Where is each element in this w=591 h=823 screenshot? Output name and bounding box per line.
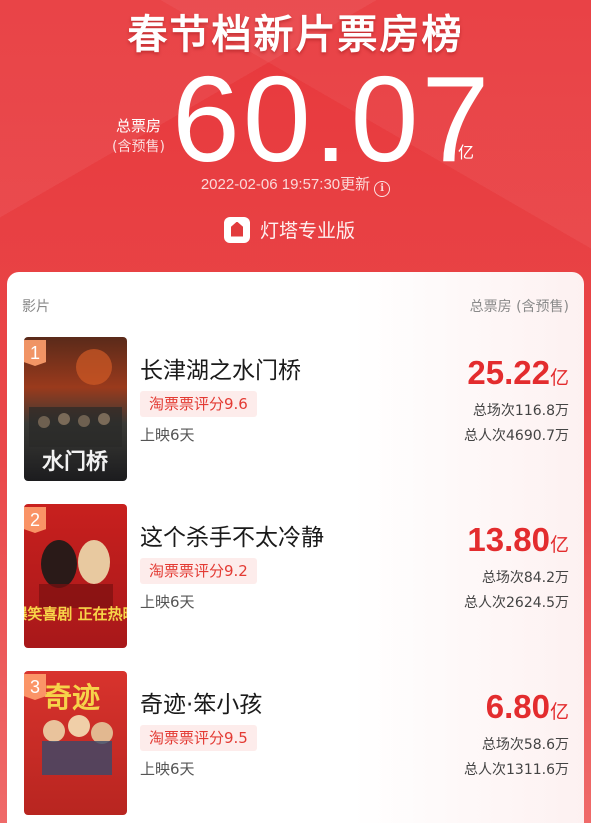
dengta-logo-icon xyxy=(224,216,250,243)
gross-unit: 亿 xyxy=(549,367,569,389)
rating-badge: 淘票票评分9.6 xyxy=(140,391,257,417)
total-admissions: 总人次4690.7万 xyxy=(464,428,569,444)
movie-title[interactable]: 奇迹·笨小孩 xyxy=(140,685,262,719)
total-unit: 亿 xyxy=(458,143,475,162)
movie-row[interactable]: 奇迹 3 奇迹·笨小孩 淘票票评分9.5 上映6天 6.80亿 总场次58.6万… xyxy=(7,671,584,816)
update-time-row: 2022-02-06 19:57:30更新 i xyxy=(0,173,591,197)
movie-poster[interactable]: 爆笑喜剧 正在热映 2 xyxy=(24,504,127,648)
total-box-office-value: 60.07 xyxy=(172,51,493,187)
movie-title[interactable]: 长津湖之水门桥 xyxy=(140,351,301,385)
release-days: 上映6天 xyxy=(140,593,195,611)
box-office-page: 春节档新片票房榜 总票房 (含预售) 60.07 亿 2022-02-06 19… xyxy=(0,0,591,823)
info-icon[interactable]: i xyxy=(374,181,391,197)
total-sessions: 总场次84.2万 xyxy=(481,570,569,586)
gross-value: 13.80 xyxy=(467,521,550,558)
rank-badge: 3 xyxy=(24,674,46,700)
movie-title[interactable]: 这个杀手不太冷静 xyxy=(140,518,324,552)
gross-unit: 亿 xyxy=(549,534,569,556)
rank-badge: 1 xyxy=(24,340,46,366)
poster-title-text: 爆笑喜剧 正在热映 xyxy=(24,605,127,623)
gross-unit: 亿 xyxy=(549,701,569,723)
total-admissions: 总人次1311.6万 xyxy=(464,762,569,778)
total-admissions: 总人次2624.5万 xyxy=(464,595,569,611)
total-label: 总票房 (含预售) xyxy=(112,116,165,158)
rating-badge: 淘票票评分9.2 xyxy=(140,558,257,584)
poster-title-text: 水门桥 xyxy=(42,449,108,475)
poster-title-text: 奇迹 xyxy=(44,681,100,714)
brand-badge: 灯塔专业版 xyxy=(224,216,355,243)
total-sessions: 总场次116.8万 xyxy=(472,403,569,419)
movie-gross: 13.80亿 xyxy=(467,522,569,563)
movie-poster[interactable]: 奇迹 3 xyxy=(24,671,127,815)
column-header-film: 影片 xyxy=(22,299,50,315)
movie-gross: 25.22亿 xyxy=(467,355,569,396)
gross-value: 6.80 xyxy=(485,688,550,725)
rating-badge: 淘票票评分9.5 xyxy=(140,725,257,751)
movie-row[interactable]: 爆笑喜剧 正在热映 2 这个杀手不太冷静 淘票票评分9.2 上映6天 13.80… xyxy=(7,504,584,649)
gross-value: 25.22 xyxy=(467,354,550,391)
total-label-text: 总票房 xyxy=(115,117,161,135)
ranking-card: 影片 总票房 (含预售) 水门桥 1 长津湖之水门桥 淘票票评分9.6 上映6天… xyxy=(7,272,584,823)
total-sublabel: (含预售) xyxy=(112,139,165,155)
column-header-gross: 总票房 (含预售) xyxy=(469,299,569,315)
total-sessions: 总场次58.6万 xyxy=(481,737,569,753)
movie-gross: 6.80亿 xyxy=(486,689,569,730)
release-days: 上映6天 xyxy=(140,426,195,444)
movie-poster[interactable]: 水门桥 1 xyxy=(24,337,127,481)
movie-row[interactable]: 水门桥 1 长津湖之水门桥 淘票票评分9.6 上映6天 25.22亿 总场次11… xyxy=(7,337,584,482)
rank-badge: 2 xyxy=(24,507,46,533)
brand-name: 灯塔专业版 xyxy=(260,220,356,242)
release-days: 上映6天 xyxy=(140,760,195,778)
update-time: 2022-02-06 19:57:30更新 xyxy=(200,176,371,193)
